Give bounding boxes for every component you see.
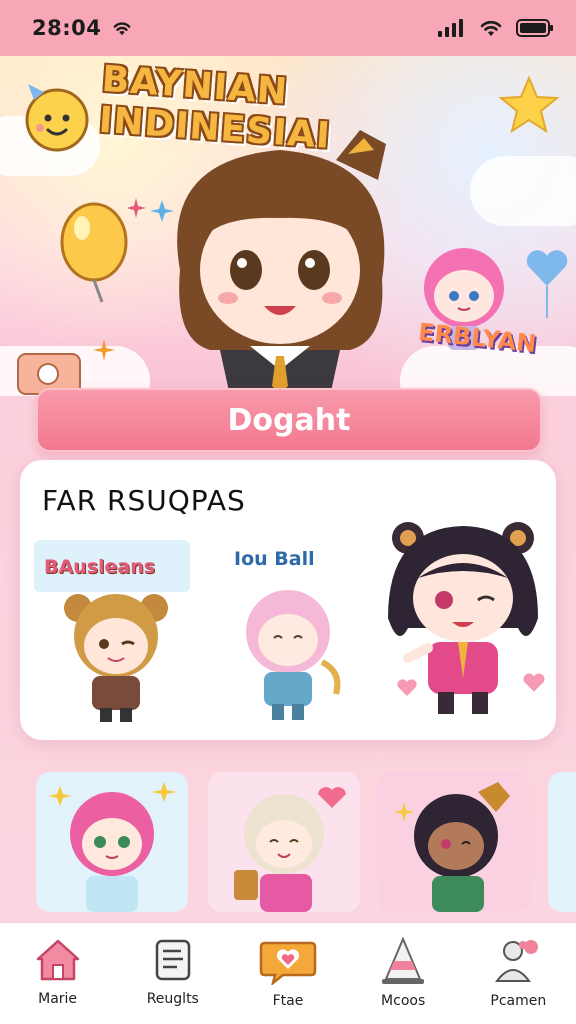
star-icon: [498, 75, 560, 134]
profile-icon: [495, 940, 539, 982]
sticker-label: Iou Ball: [234, 548, 315, 570]
balloon-icon: [60, 202, 128, 303]
bottom-navigation: Marie Reuglts Ftae Mcoos Pcamen: [0, 922, 576, 1024]
pink-hair-boy-illustration: [48, 782, 176, 912]
nav-item-moods[interactable]: Mcoos: [353, 937, 453, 1009]
heart-balloon-icon: [526, 250, 568, 318]
nav-label: Mcoos: [381, 993, 426, 1009]
bear-chibi-illustration: [64, 594, 168, 722]
grid-card[interactable]: [208, 772, 360, 912]
signal-icon: [438, 19, 463, 37]
nav-item-results[interactable]: Reuglts: [123, 937, 223, 1007]
wifi-icon: [113, 22, 131, 36]
battery-icon: [516, 19, 553, 37]
main-character-illustration: [177, 130, 386, 396]
primary-cta-button[interactable]: Dogaht: [36, 388, 542, 452]
nav-label: Ftae: [272, 993, 304, 1009]
sticker-card[interactable]: BAusleans: [34, 540, 194, 722]
nav-item-chat[interactable]: Ftae: [238, 937, 338, 1009]
home-icon: [36, 939, 79, 981]
dark-hair-chibi-illustration: [394, 782, 510, 912]
sun-character-icon: [25, 84, 89, 152]
heart-icon: [397, 679, 417, 696]
hero-banner[interactable]: BAYNIAN INDINESIAI ERBLYAN: [0, 56, 576, 396]
document-icon: [155, 939, 191, 981]
featured-title: FAR RSUQPAS: [42, 484, 246, 517]
chat-heart-icon: [259, 941, 317, 985]
nav-label: Reuglts: [146, 991, 199, 1007]
nav-item-profile[interactable]: Pcamen: [468, 937, 568, 1009]
blonde-chibi-illustration: [234, 787, 346, 912]
sparkle-icon: [93, 339, 115, 361]
pink-hair-chibi-illustration: [246, 590, 341, 720]
grid-card[interactable]: [36, 772, 188, 912]
nav-item-home[interactable]: Marie: [8, 937, 108, 1007]
nav-label: Pcamen: [490, 993, 547, 1009]
status-bar: 28:04: [0, 0, 576, 56]
grid-card-partial[interactable]: [548, 772, 576, 912]
sticker-card[interactable]: Iou Ball: [204, 540, 364, 720]
sticker-label: BAusleans: [44, 556, 156, 578]
status-time: 28:04: [32, 16, 102, 40]
cone-icon: [382, 937, 425, 984]
grid-card[interactable]: [378, 772, 530, 912]
heart-icon: [523, 673, 545, 692]
sparkle-icon: [128, 198, 174, 222]
featured-card: FAR RSUQPAS BAusleans Iou Ball: [20, 460, 556, 740]
sticker-card[interactable]: [378, 508, 548, 728]
nav-label: Marie: [38, 991, 78, 1007]
wifi-icon: [480, 20, 502, 36]
cloud-decoration: [470, 156, 576, 226]
